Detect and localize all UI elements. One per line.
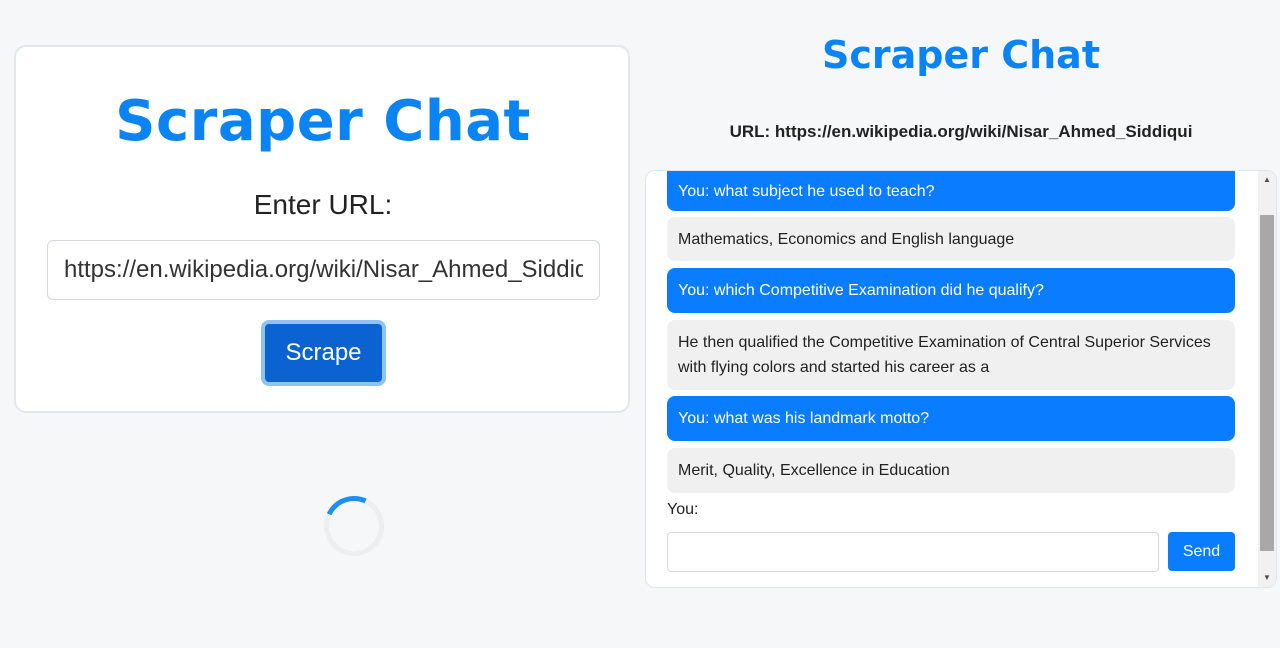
bot-message: Merit, Quality, Excellence in Education: [667, 448, 1235, 493]
scroll-down-icon[interactable]: ▼: [1258, 571, 1276, 585]
url-input[interactable]: [47, 240, 600, 300]
bot-message: He then qualified the Competitive Examin…: [667, 320, 1235, 390]
user-message: You: what subject he used to teach?: [667, 171, 1235, 211]
scroll-up-icon[interactable]: ▲: [1258, 173, 1276, 187]
page-title: Scraper Chat: [115, 89, 531, 154]
chat-input[interactable]: [667, 532, 1159, 572]
chat-scrollbar[interactable]: ▲ ▼: [1258, 171, 1276, 587]
loading-spinner-icon: [315, 487, 393, 565]
user-message: You: which Competitive Examination did h…: [667, 268, 1235, 313]
chat-panel: You: what subject he used to teach? Math…: [645, 170, 1277, 588]
scrape-button[interactable]: Scrape: [261, 320, 386, 386]
url-label: Enter URL:: [253, 189, 393, 220]
you-label: You:: [667, 501, 699, 518]
send-button[interactable]: Send: [1168, 532, 1235, 571]
user-message: You: what was his landmark motto?: [667, 396, 1235, 441]
scroll-thumb[interactable]: [1260, 215, 1274, 551]
bot-message: Mathematics, Economics and English langu…: [667, 217, 1235, 261]
chat-title: Scraper Chat: [822, 33, 1100, 77]
current-url-text: URL: https://en.wikipedia.org/wiki/Nisar…: [729, 122, 1193, 141]
